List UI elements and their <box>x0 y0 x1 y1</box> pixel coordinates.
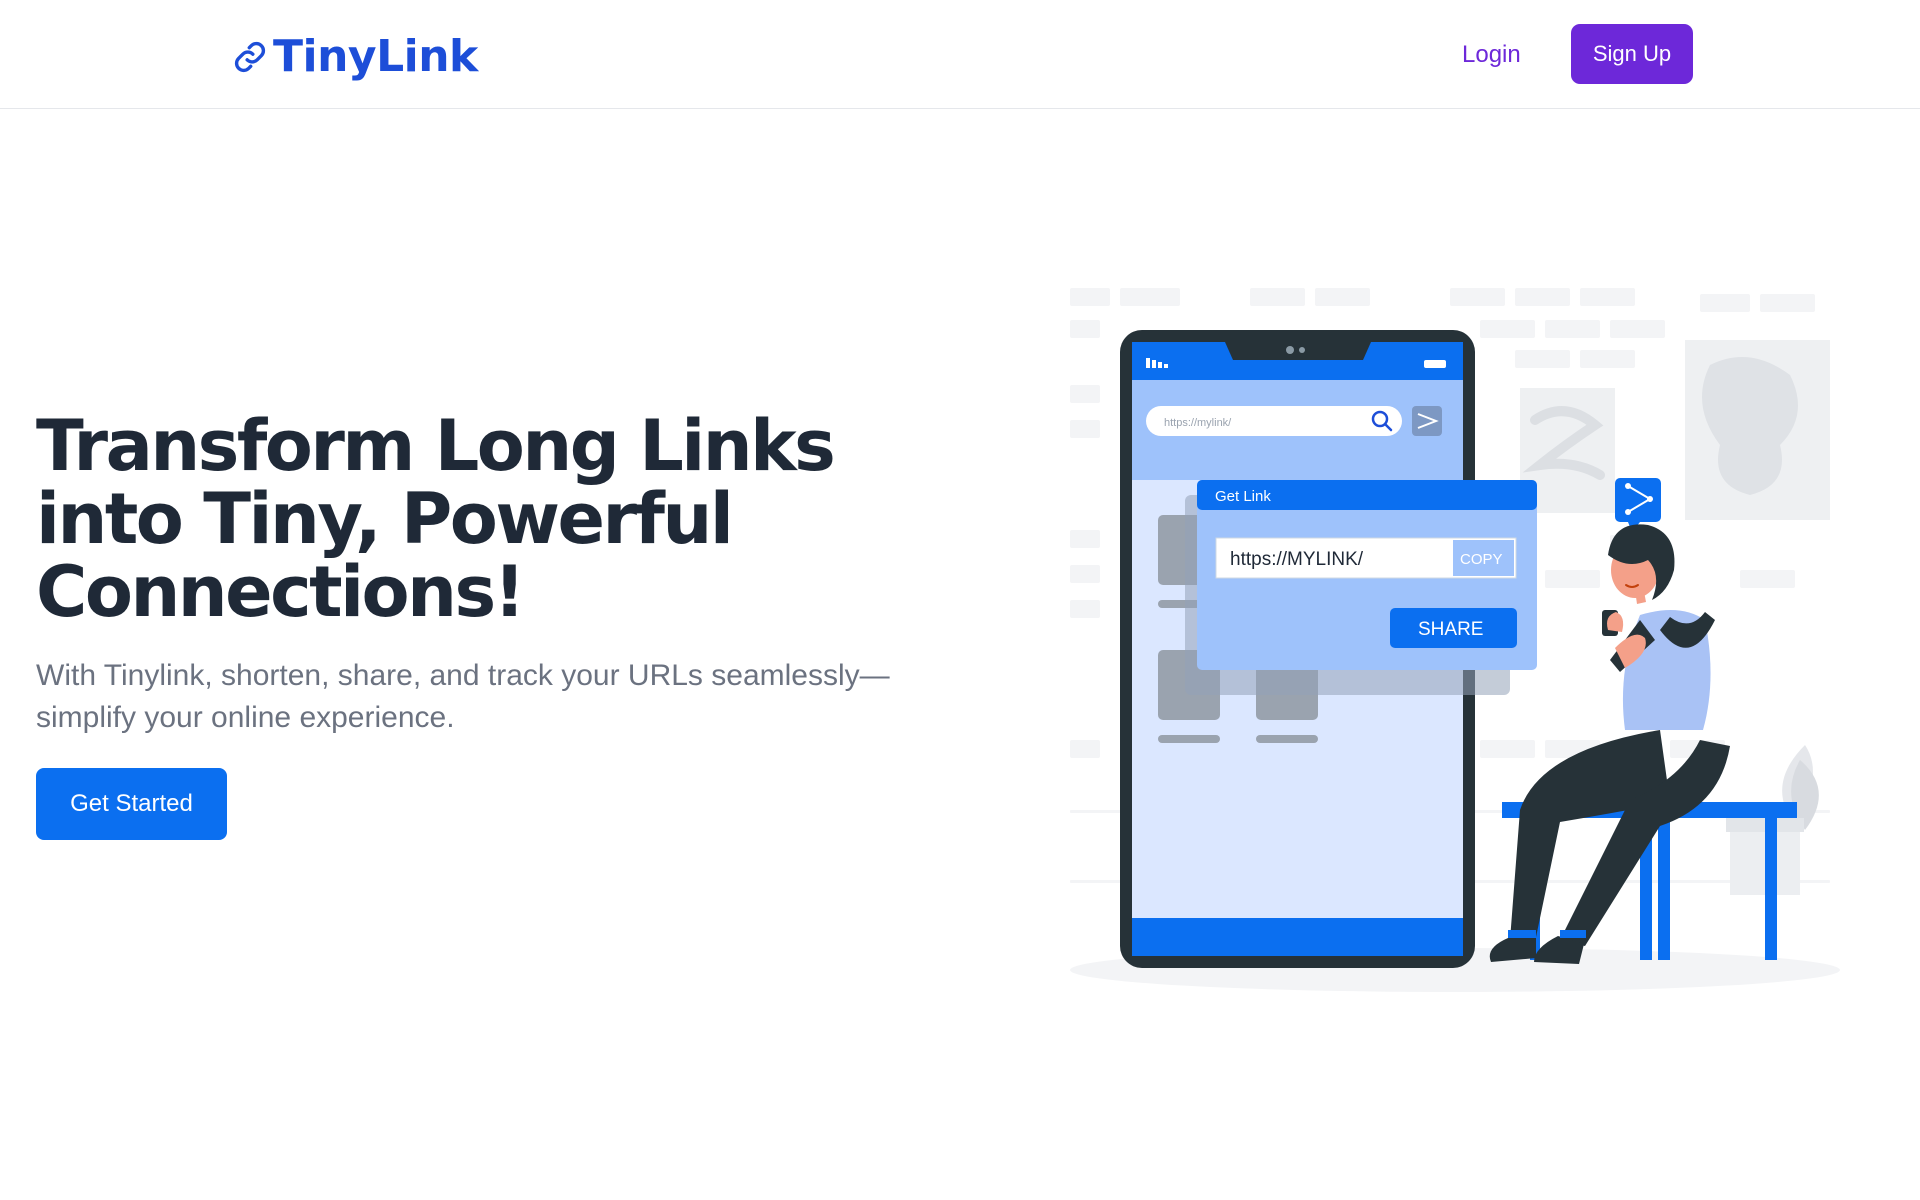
get-link-dialog: Get Link https://MYLINK/ COPY SHARE <box>1185 480 1537 695</box>
copy-label: COPY <box>1460 551 1503 568</box>
dialog-title: Get Link <box>1215 488 1271 505</box>
top-nav-bar: TinyLink Login Sign Up <box>0 0 1920 109</box>
hero-title: Transform Long Links into Tiny, Powerful… <box>36 405 836 633</box>
hero-subtitle: With Tinylink, shorten, share, and track… <box>36 659 890 734</box>
phone-share-illustration: https://mylink/ Get Link https://MYLINK/… <box>1070 288 1840 992</box>
share-bubble-icon <box>1615 478 1661 532</box>
login-link[interactable]: Login <box>1462 40 1521 70</box>
phone-search-placeholder: https://mylink/ <box>1164 417 1232 429</box>
sign-up-button[interactable]: Sign Up <box>1571 24 1693 84</box>
dialog-url: https://MYLINK/ <box>1230 549 1364 570</box>
hero-illustration: https://mylink/ Get Link https://MYLINK/… <box>1060 270 1850 1010</box>
brand-logo-link[interactable]: TinyLink <box>233 30 478 84</box>
brand-name: TinyLink <box>273 31 478 82</box>
share-label: SHARE <box>1418 619 1483 640</box>
link-icon <box>234 41 266 73</box>
get-started-button[interactable]: Get Started <box>36 768 227 840</box>
